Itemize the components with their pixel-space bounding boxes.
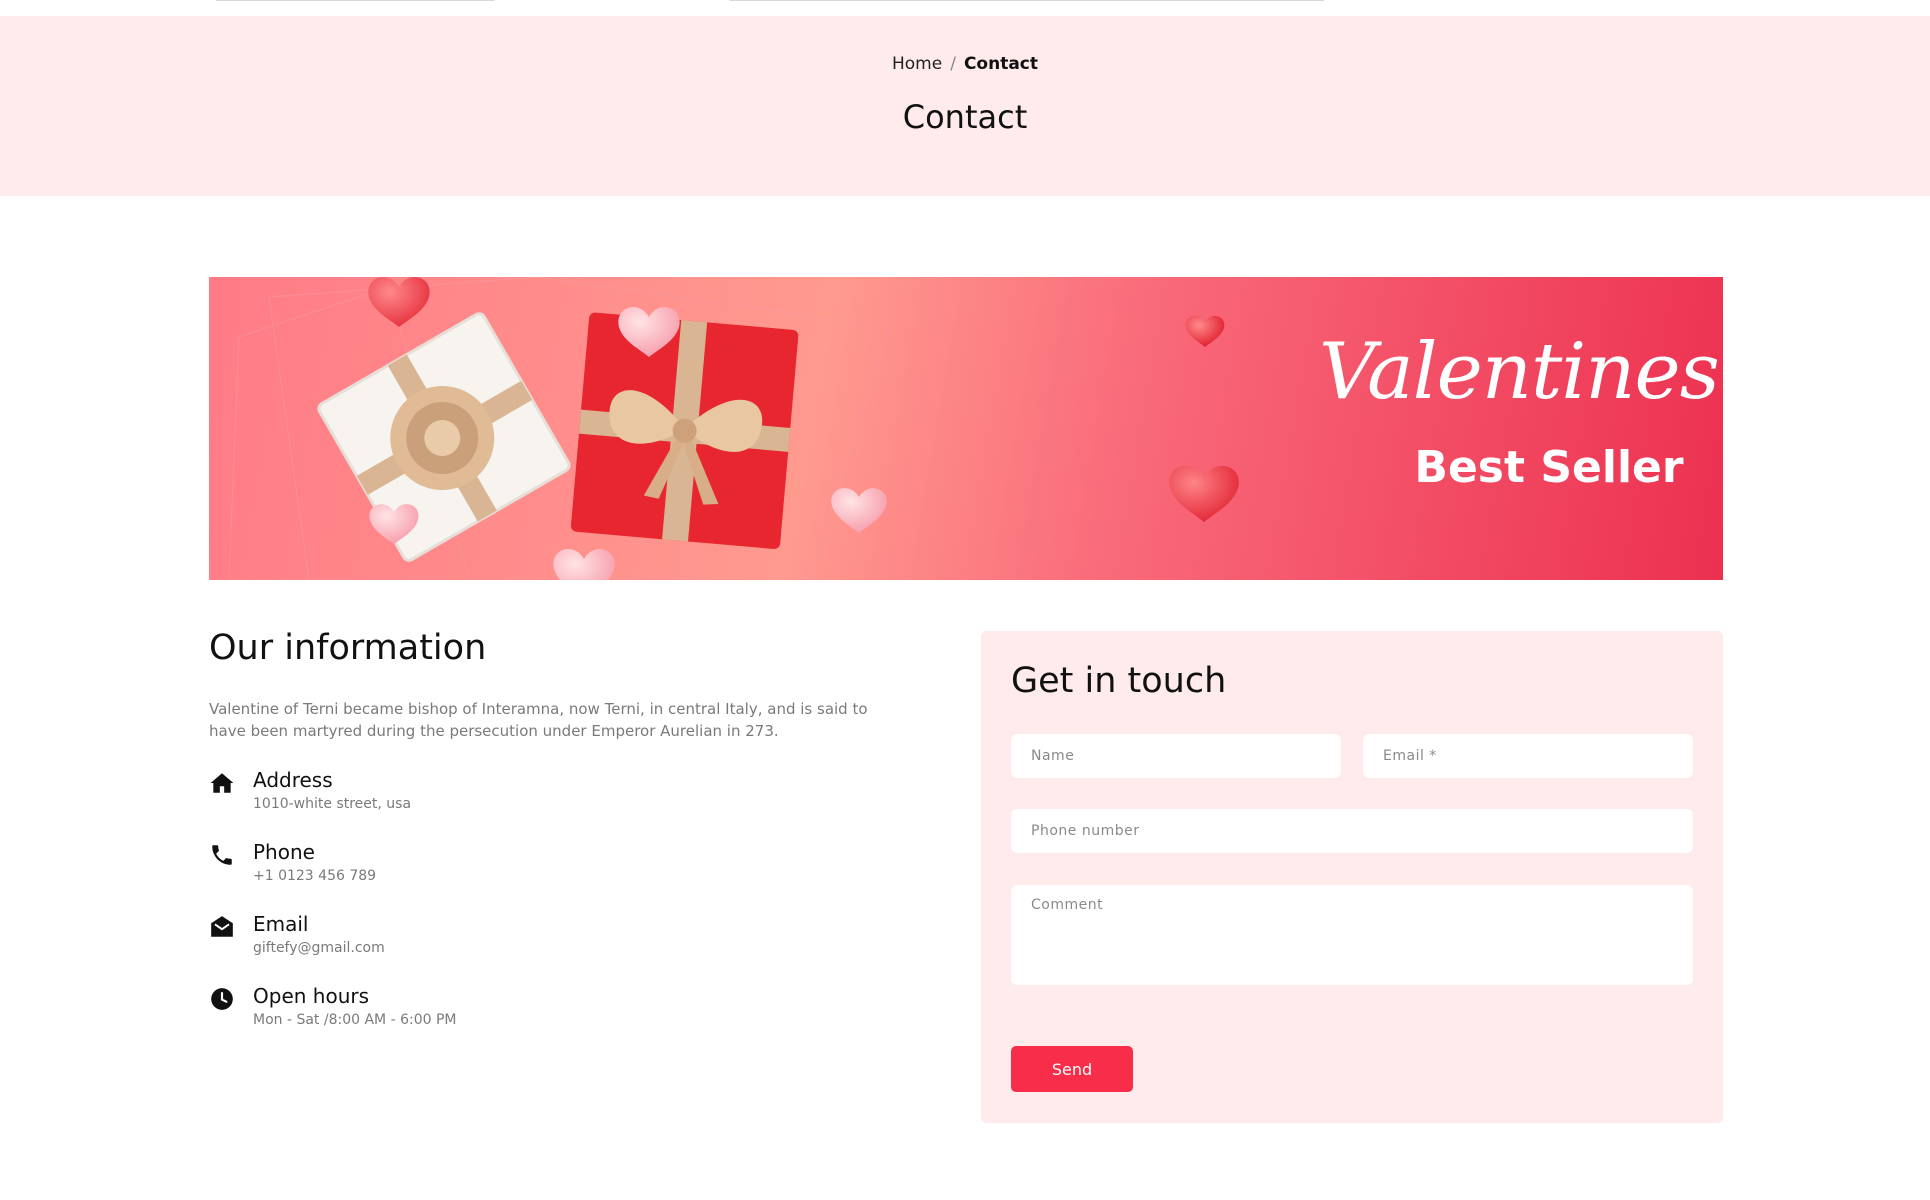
info-item-label: Open hours — [253, 984, 370, 1008]
valentines-banner[interactable]: Valentines day Best Seller — [209, 277, 1723, 580]
home-icon — [210, 773, 234, 793]
info-item-label: Address — [253, 768, 333, 792]
comment-field[interactable] — [1011, 885, 1693, 985]
info-item-value: Mon - Sat /8:00 AM - 6:00 PM — [253, 1012, 457, 1028]
info-item-value: giftefy@gmail.com — [253, 940, 385, 956]
nav-divider-left — [216, 0, 494, 1]
phone-icon — [212, 845, 232, 865]
breadcrumb: Home / Contact — [0, 54, 1930, 74]
send-button[interactable]: Send — [1011, 1046, 1133, 1092]
phone-number-field[interactable] — [1011, 809, 1693, 853]
nav-divider-right — [730, 0, 1324, 1]
clock-icon — [211, 988, 233, 1010]
top-nav-remnant — [0, 0, 1930, 16]
name-field[interactable] — [1011, 734, 1341, 778]
info-item-label: Phone — [253, 840, 315, 864]
our-information-title: Our information — [209, 628, 487, 668]
info-item-label: Email — [253, 912, 309, 936]
our-information-section: Our information Valentine of Terni becam… — [209, 628, 909, 742]
mail-open-icon — [211, 916, 233, 937]
email-field[interactable] — [1363, 734, 1693, 778]
banner-illustration — [228, 277, 1239, 580]
page-header: Home / Contact Contact — [0, 16, 1930, 196]
breadcrumb-current: Contact — [963, 54, 1038, 74]
our-information-description: Valentine of Terni became bishop of Inte… — [209, 700, 868, 740]
red-gift-box — [570, 312, 799, 550]
info-item-value: 1010-white street, usa — [253, 796, 412, 812]
contact-form: Get in touch Send — [981, 631, 1723, 1123]
breadcrumb-separator: / — [950, 54, 956, 74]
white-gift-box — [317, 312, 571, 562]
page-title: Contact — [902, 98, 1028, 136]
form-title: Get in touch — [1011, 661, 1227, 701]
banner-headline: Best Seller — [1414, 442, 1684, 493]
info-item-value: +1 0123 456 789 — [253, 868, 377, 884]
banner-script-text: Valentines day — [1319, 327, 1723, 417]
breadcrumb-home-link[interactable]: Home — [892, 54, 942, 74]
